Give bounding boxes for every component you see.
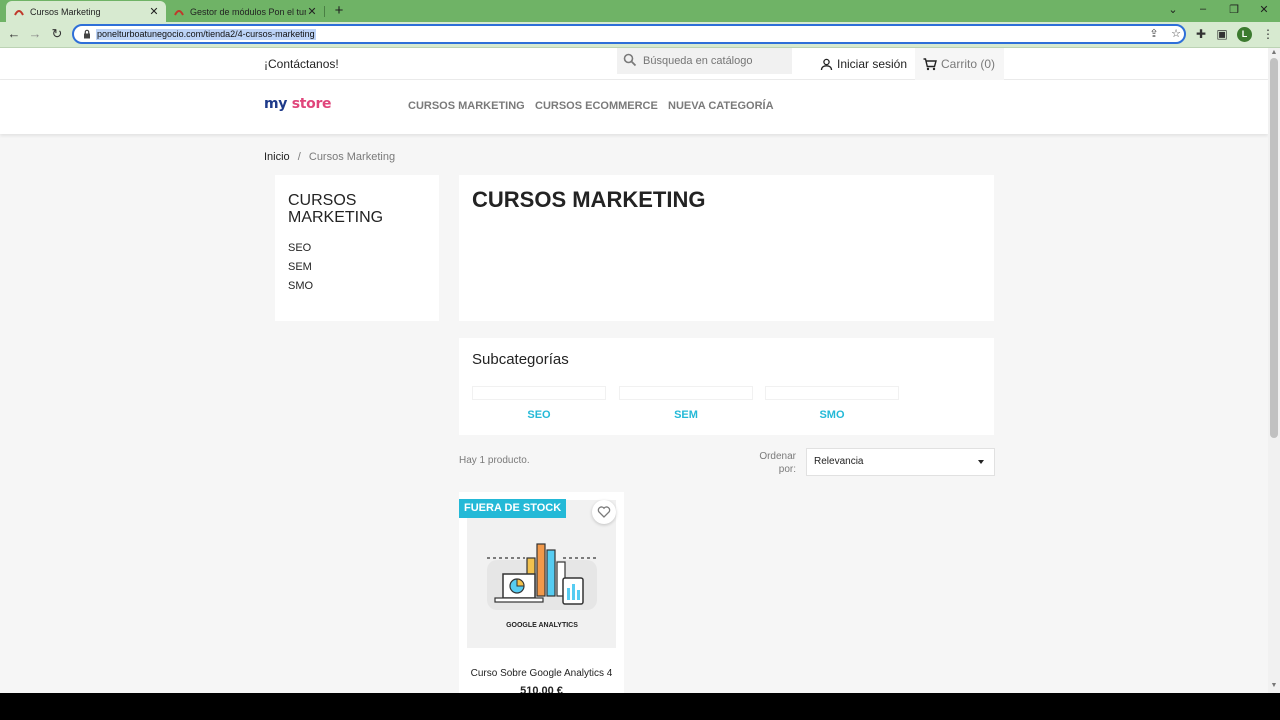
forward-icon[interactable]: → xyxy=(27,26,43,42)
product-card[interactable]: GOOGLE ANALYTICS FUERA DE STOCK Curso So… xyxy=(459,492,624,693)
tab-search-icon[interactable]: ⌄ xyxy=(1166,3,1180,16)
menu-nueva-categoria[interactable]: NUEVA CATEGORÍA xyxy=(668,100,774,112)
subcategory-label[interactable]: SEO xyxy=(472,409,606,421)
sidebar-title[interactable]: CURSOS MARKETING xyxy=(288,192,426,226)
out-of-stock-badge: FUERA DE STOCK xyxy=(459,499,567,518)
scrollbar-thumb[interactable] xyxy=(1270,58,1278,438)
search-icon xyxy=(623,53,637,67)
subcategory-image[interactable] xyxy=(472,386,606,400)
scroll-down-icon[interactable]: ▼ xyxy=(1268,682,1280,689)
lock-icon xyxy=(84,29,90,39)
login-link[interactable]: Iniciar sesión xyxy=(820,57,907,71)
tab-close-icon[interactable]: ✕ xyxy=(148,5,160,18)
sidebar-item-seo[interactable]: SEO xyxy=(288,239,426,258)
user-icon xyxy=(820,58,833,70)
logo-store: store xyxy=(291,96,332,112)
subcategory-label[interactable]: SMO xyxy=(765,409,899,421)
tab-title: Cursos Marketing xyxy=(30,6,101,17)
category-sidebar: CURSOS MARKETING SEO SEM SMO xyxy=(275,175,439,321)
cart-button[interactable]: Carrito (0) xyxy=(915,48,1004,80)
subcategory-sem[interactable]: SEM xyxy=(619,386,753,426)
bottom-black-bar xyxy=(0,693,1280,720)
subcategories-block: Subcategorías SEO SEM SMO xyxy=(459,338,994,435)
cart-icon xyxy=(923,57,937,70)
scroll-up-icon[interactable]: ▲ xyxy=(1268,49,1280,56)
product-image[interactable]: GOOGLE ANALYTICS xyxy=(467,500,616,648)
product-count: Hay 1 producto. xyxy=(459,455,530,466)
login-label: Iniciar sesión xyxy=(837,57,908,71)
browser-toolbar: ← → ↻ ponelturboatunegocio.com/tienda2/4… xyxy=(0,22,1280,48)
tab-close-icon[interactable]: ✕ xyxy=(306,5,318,18)
store-logo[interactable]: my store xyxy=(264,96,332,112)
back-icon[interactable]: ← xyxy=(6,26,22,42)
sort-select[interactable]: Relevancia xyxy=(806,448,995,476)
breadcrumb-current: Cursos Marketing xyxy=(308,151,396,163)
product-name[interactable]: Curso Sobre Google Analytics 4 xyxy=(459,668,624,679)
chevron-down-icon xyxy=(978,460,984,464)
search-input[interactable] xyxy=(643,48,788,74)
browser-tab-bar: Cursos Marketing ✕ Gestor de módulos Pon… xyxy=(0,0,1280,22)
product-price: 510,00 € xyxy=(520,685,563,693)
reload-icon[interactable]: ↻ xyxy=(49,26,65,42)
browser-menu-icon[interactable]: ⋮ xyxy=(1261,27,1275,41)
category-header: CURSOS MARKETING xyxy=(459,175,994,321)
header-main: my store CURSOS MARKETING CURSOS ECOMMER… xyxy=(0,80,1268,134)
tab-title: Gestor de módulos Pon el turbo xyxy=(190,6,306,17)
site-favicon-icon xyxy=(174,9,184,15)
cart-label: Carrito (0) xyxy=(941,57,996,71)
web-page: ¡Contáctanos! Iniciar sesión Carrito (0)… xyxy=(0,48,1268,693)
breadcrumb: Inicio / Cursos Marketing xyxy=(264,151,395,163)
header-top-bar: ¡Contáctanos! Iniciar sesión Carrito (0) xyxy=(0,48,1268,80)
subcategory-smo[interactable]: SMO xyxy=(765,386,899,426)
subcategory-label[interactable]: SEM xyxy=(619,409,753,421)
analytics-illustration: GOOGLE ANALYTICS xyxy=(487,543,599,629)
image-caption: GOOGLE ANALYTICS xyxy=(506,622,578,629)
subcategory-image[interactable] xyxy=(619,386,753,400)
new-tab-button[interactable]: + xyxy=(332,2,346,19)
profile-avatar[interactable]: L xyxy=(1237,27,1252,42)
extensions-icon[interactable]: ✚ xyxy=(1194,27,1208,41)
search-box[interactable] xyxy=(617,48,792,74)
page-title: CURSOS MARKETING xyxy=(472,187,706,212)
bookmark-star-icon[interactable]: ☆ xyxy=(1170,28,1182,40)
page-scrollbar[interactable]: ▲ ▼ xyxy=(1268,48,1280,693)
sidebar-item-smo[interactable]: SMO xyxy=(288,277,426,296)
subcategory-seo[interactable]: SEO xyxy=(472,386,606,426)
tab-cursos-marketing[interactable]: Cursos Marketing ✕ xyxy=(6,1,166,22)
subcategory-image[interactable] xyxy=(765,386,899,400)
sidebar-item-sem[interactable]: SEM xyxy=(288,258,426,277)
breadcrumb-separator: / xyxy=(297,151,301,163)
side-panel-icon[interactable]: ▣ xyxy=(1215,27,1229,41)
contact-link[interactable]: ¡Contáctanos! xyxy=(264,57,339,71)
tab-separator xyxy=(324,6,325,17)
share-icon[interactable]: ⇪ xyxy=(1148,28,1160,40)
restore-icon[interactable]: ❐ xyxy=(1227,3,1241,16)
tab-gestor-modulos[interactable]: Gestor de módulos Pon el turbo ✕ xyxy=(166,1,324,22)
wishlist-button[interactable] xyxy=(592,500,616,524)
minimize-icon[interactable]: – xyxy=(1196,3,1210,15)
breadcrumb-home[interactable]: Inicio xyxy=(264,151,290,163)
address-bar[interactable]: ponelturboatunegocio.com/tienda2/4-curso… xyxy=(72,24,1186,44)
sort-label: Ordenar por: xyxy=(759,451,796,475)
subcategories-title: Subcategorías xyxy=(472,351,569,368)
heart-icon xyxy=(597,506,611,518)
menu-cursos-ecommerce[interactable]: CURSOS ECOMMERCE xyxy=(535,100,658,112)
menu-cursos-marketing[interactable]: CURSOS MARKETING xyxy=(408,100,525,112)
url-text[interactable]: ponelturboatunegocio.com/tienda2/4-curso… xyxy=(96,29,316,40)
site-favicon-icon xyxy=(14,9,24,15)
sort-value: Relevancia xyxy=(814,456,864,467)
logo-my: my xyxy=(264,96,288,112)
window-close-icon[interactable]: ✕ xyxy=(1257,3,1271,16)
